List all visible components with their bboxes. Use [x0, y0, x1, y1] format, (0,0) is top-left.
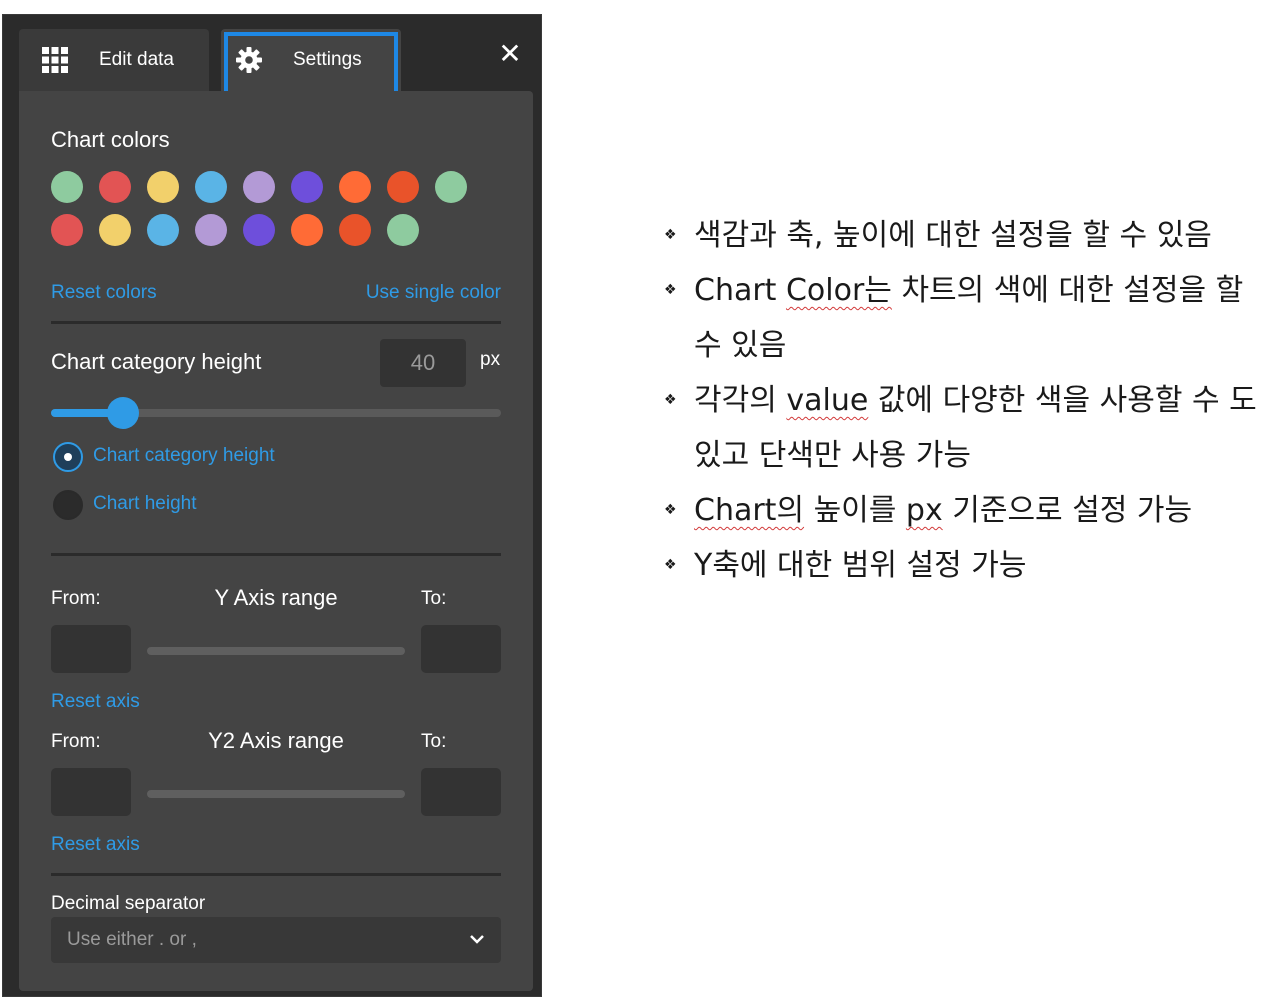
y2-axis-to-label: To: — [421, 731, 447, 752]
decimal-separator-title: Decimal separator — [51, 893, 206, 914]
divider — [51, 553, 501, 556]
category-height-slider-handle[interactable] — [107, 397, 139, 429]
note-item: ❖ Y축에 대한 범위 설정 가능 — [660, 538, 1270, 593]
bullet-icon: ❖ — [664, 227, 677, 243]
decimal-separator-select[interactable]: Use either . or , — [51, 917, 501, 963]
note-text: Y축에 대한 범위 설정 가능 — [694, 548, 1027, 583]
radio-selected-dot — [64, 453, 72, 461]
note-text: Chart — [694, 273, 786, 308]
color-swatch[interactable] — [195, 214, 227, 246]
divider — [51, 873, 501, 876]
note-text: px — [905, 493, 943, 528]
y-axis-from-label: From: — [51, 588, 101, 609]
note-text: value — [786, 383, 869, 418]
bullet-icon: ❖ — [664, 392, 677, 408]
color-swatch[interactable] — [51, 171, 83, 203]
tab-edit-data[interactable]: Edit data — [19, 29, 209, 91]
close-icon[interactable]: ✕ — [495, 39, 525, 69]
note-item: ❖ Chart의 높이를 px 기준으로 설정 가능 — [660, 483, 1270, 538]
color-swatch[interactable] — [435, 171, 467, 203]
note-text: 각각의 — [694, 383, 787, 418]
y2-axis-from-label: From: — [51, 731, 101, 752]
tab-edit-data-label: Edit data — [99, 49, 174, 70]
reset-colors-link[interactable]: Reset colors — [51, 282, 157, 304]
bullet-icon: ❖ — [664, 557, 677, 573]
note-item: ❖ 색감과 축, 높이에 대한 설정을 할 수 있음 — [660, 208, 1270, 263]
chevron-down-icon — [469, 931, 485, 953]
bullet-icon: ❖ — [664, 502, 677, 518]
radio-chart-category-height-label[interactable]: Chart category height — [93, 445, 275, 467]
color-swatch[interactable] — [243, 214, 275, 246]
y-axis-from-input[interactable] — [51, 625, 131, 673]
y-axis-range-title: Y Axis range — [214, 585, 338, 610]
color-swatch[interactable] — [99, 214, 131, 246]
note-text: Chart의 — [694, 493, 805, 528]
color-swatch[interactable] — [195, 171, 227, 203]
y2-axis-range-title: Y2 Axis range — [208, 728, 344, 753]
color-swatch[interactable] — [387, 171, 419, 203]
y-axis-to-input[interactable] — [421, 625, 501, 673]
chart-settings-panel: Edit data Settings ✕ Chart colors Reset … — [2, 14, 542, 997]
reset-y-axis-link[interactable]: Reset axis — [51, 691, 140, 713]
radio-chart-height-label[interactable]: Chart height — [93, 493, 197, 515]
note-item: ❖ Chart Color는 차트의 색에 대한 설정을 할 수 있음 — [660, 263, 1270, 373]
color-swatch[interactable] — [291, 214, 323, 246]
bullet-icon: ❖ — [664, 282, 677, 298]
category-height-input[interactable]: 40 — [380, 339, 466, 387]
notes-list: ❖ 색감과 축, 높이에 대한 설정을 할 수 있음 ❖ Chart Color는 차… — [660, 208, 1270, 593]
note-text: 기준으로 설정 가능 — [942, 493, 1193, 528]
decimal-separator-value: Use either . or , — [67, 929, 197, 950]
grid-icon — [41, 46, 69, 74]
radio-chart-category-height[interactable] — [53, 442, 83, 472]
color-swatch[interactable] — [339, 171, 371, 203]
color-swatch[interactable] — [147, 171, 179, 203]
color-swatch[interactable] — [51, 214, 83, 246]
color-swatch[interactable] — [147, 214, 179, 246]
note-text: 높이를 — [804, 493, 906, 528]
note-item: ❖ 각각의 value 값에 다양한 색을 사용할 수 도 있고 단색만 사용 가… — [660, 373, 1270, 483]
color-swatch[interactable] — [243, 171, 275, 203]
y-axis-to-label: To: — [421, 588, 447, 609]
note-text: 색감과 축, 높이에 대한 설정을 할 수 있음 — [694, 218, 1212, 253]
color-swatch[interactable] — [291, 171, 323, 203]
use-single-color-link[interactable]: Use single color — [366, 282, 501, 304]
tab-settings[interactable]: Settings — [221, 29, 401, 99]
y2-axis-range-slider[interactable] — [147, 790, 405, 798]
divider — [51, 321, 501, 324]
y-axis-range-slider[interactable] — [147, 647, 405, 655]
note-text: Color는 — [785, 273, 892, 308]
reset-y2-axis-link[interactable]: Reset axis — [51, 834, 140, 856]
chart-colors-title: Chart colors — [51, 127, 170, 152]
color-swatch[interactable] — [99, 171, 131, 203]
focus-outline — [224, 32, 398, 99]
color-swatch[interactable] — [339, 214, 371, 246]
y2-axis-to-input[interactable] — [421, 768, 501, 816]
settings-body: Chart colors Reset colors Use single col… — [19, 91, 533, 991]
chart-category-height-title: Chart category height — [51, 349, 262, 374]
color-swatch[interactable] — [387, 214, 419, 246]
px-unit-label: px — [480, 349, 501, 370]
radio-chart-height[interactable] — [53, 490, 83, 520]
y2-axis-from-input[interactable] — [51, 768, 131, 816]
